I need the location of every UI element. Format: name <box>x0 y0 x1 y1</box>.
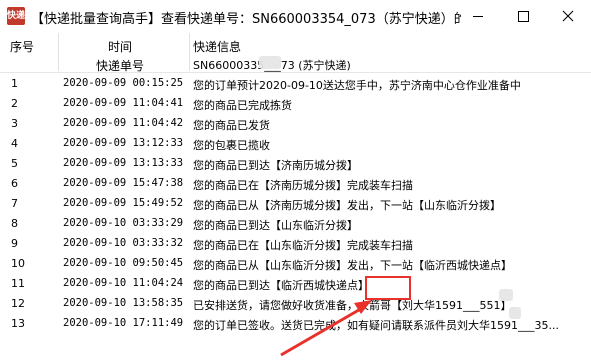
table-row[interactable]: 7 2020-09-09 15:49:52 您的商品已从【济南历城分拨】发出，下一站… <box>0 194 591 214</box>
row-time: 2020-09-09 15:47:38 <box>63 177 184 189</box>
header-info[interactable]: 快递信息 <box>193 38 241 55</box>
row-number: 5 <box>11 157 18 170</box>
window-title: 【快递批量查询高手】查看快递单号：SN660003354_073（苏宁快递）的详… <box>31 12 461 27</box>
maximize-button[interactable] <box>500 0 546 32</box>
header-time[interactable]: 时间 <box>108 38 132 55</box>
row-time: 2020-09-10 03:33:29 <box>63 217 184 229</box>
header-no[interactable]: 序号 <box>10 38 34 55</box>
row-time: 2020-09-10 03:33:32 <box>63 237 184 249</box>
app-window: 快递 【快递批量查询高手】查看快递单号：SN660003354_073（苏宁快递… <box>0 0 591 363</box>
row-time: 2020-09-10 17:11:49 <box>63 317 184 329</box>
table-row[interactable]: 10 2020-09-10 09:50:45 您的商品已从【山东临沂分拨】发出，下一… <box>0 254 591 274</box>
table-row[interactable]: 5 2020-09-09 13:13:33 您的商品已到达【济南历城分拨】 <box>0 154 591 174</box>
close-icon <box>562 10 574 22</box>
header-divider <box>0 72 591 73</box>
row-time: 2020-09-10 11:04:24 <box>63 277 184 289</box>
table-row[interactable]: 8 2020-09-10 03:33:29 您的商品已到达【山东临沂分拨】 <box>0 214 591 234</box>
row-time: 2020-09-09 11:04:41 <box>63 97 184 109</box>
row-number: 1 <box>11 77 18 90</box>
row-number: 2 <box>11 97 18 110</box>
row-info: 您的商品已在【山东临沂分拨】完成装车扫描 <box>193 239 413 252</box>
minimize-icon <box>473 15 483 17</box>
row-info: 您的商品已完成拣货 <box>193 99 292 112</box>
row-number: 10 <box>11 257 25 270</box>
row-info: 您的订单预计2020-09-10送达您手中，苏宁济南中心仓作业准备中 <box>193 79 521 92</box>
row-info: 您的商品已在【济南历城分拨】完成装车扫描 <box>193 179 413 192</box>
row-number: 4 <box>11 137 18 150</box>
redaction-blur <box>509 307 521 319</box>
row-time: 2020-09-09 13:13:33 <box>63 157 184 169</box>
table-row[interactable]: 4 2020-09-09 13:12:33 您的包裹已揽收 <box>0 134 591 154</box>
row-number: 8 <box>11 217 18 230</box>
row-info: 您的商品已发货 <box>193 119 270 132</box>
row-time: 2020-09-09 13:12:33 <box>63 137 184 149</box>
row-number: 6 <box>11 177 18 190</box>
row-time: 2020-09-09 00:15:25 <box>63 77 184 89</box>
app-logo-icon: 快递 <box>7 7 25 25</box>
row-number: 12 <box>11 297 25 310</box>
row-number: 9 <box>11 237 18 250</box>
row-info: 您的商品已从【山东临沂分拨】发出，下一站【临沂西城快递点】 <box>193 259 512 272</box>
close-button[interactable] <box>545 0 591 32</box>
row-info: 您的商品已从【济南历城分拨】发出，下一站【山东临沂分拨】 <box>193 199 501 212</box>
row-info: 您的包裹已揽收 <box>193 139 270 152</box>
table-row[interactable]: 6 2020-09-09 15:47:38 您的商品已在【济南历城分拨】完成装车扫描 <box>0 174 591 194</box>
row-number: 3 <box>11 117 18 130</box>
redaction-blur <box>259 56 281 69</box>
table-row[interactable]: 13 2020-09-10 17:11:49 您的订单已签收。送货已完成，如有疑问请… <box>0 314 591 334</box>
redaction-blur <box>499 289 513 301</box>
table-row[interactable]: 2 2020-09-09 11:04:41 您的商品已完成拣货 <box>0 94 591 114</box>
row-number: 7 <box>11 197 18 210</box>
table-row[interactable]: 3 2020-09-09 11:04:42 您的商品已发货 <box>0 114 591 134</box>
row-time: 2020-09-10 09:50:45 <box>63 257 184 269</box>
row-time: 2020-09-10 13:58:35 <box>63 297 184 309</box>
row-number: 11 <box>11 277 25 290</box>
row-info: 您的订单已签收。送货已完成，如有疑问请联系派件员刘大华1591___35... <box>193 319 559 332</box>
minimize-button[interactable] <box>455 0 501 32</box>
table-row[interactable]: 1 2020-09-09 00:15:25 您的订单预计2020-09-10送达您手… <box>0 74 591 94</box>
row-info: 您的商品已到达【山东临沂分拨】 <box>193 219 358 232</box>
row-time: 2020-09-09 11:04:42 <box>63 117 184 129</box>
column-divider[interactable] <box>189 33 190 71</box>
column-divider[interactable] <box>58 33 59 71</box>
maximize-icon <box>517 10 529 22</box>
highlight-box <box>365 276 411 300</box>
row-number: 13 <box>11 317 25 330</box>
row-time: 2020-09-09 15:49:52 <box>63 197 184 209</box>
row-info: 您的商品已到达【济南历城分拨】 <box>193 159 358 172</box>
table-row[interactable]: 9 2020-09-10 03:33:32 您的商品已在【山东临沂分拨】完成装车扫描 <box>0 234 591 254</box>
title-bar[interactable]: 快递 【快递批量查询高手】查看快递单号：SN660003354_073（苏宁快递… <box>0 0 591 32</box>
